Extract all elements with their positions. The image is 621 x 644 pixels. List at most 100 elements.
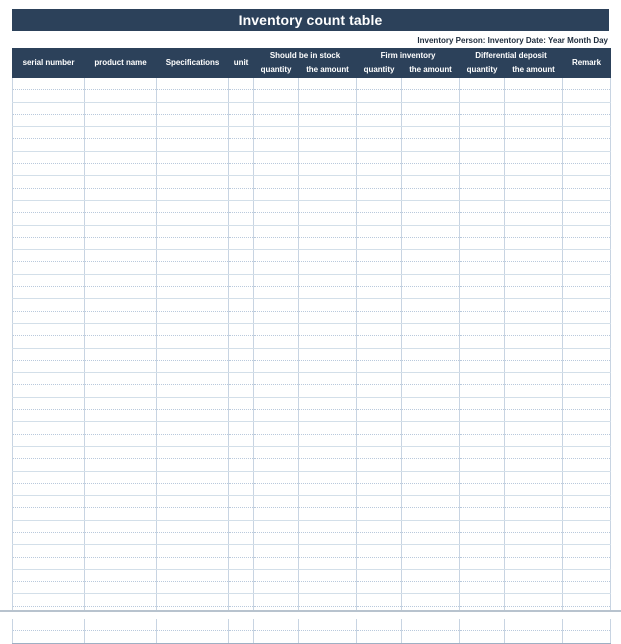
cell-diff_amount[interactable] [504,495,563,509]
cell-unit[interactable] [228,323,254,337]
cell-diff_amount[interactable] [504,335,563,349]
column-group-header-differential-deposit[interactable]: Differential deposit [459,48,563,63]
cell-product_name[interactable] [84,360,157,374]
cell-diff_quantity[interactable] [459,298,505,312]
cell-diff_quantity[interactable] [459,618,505,632]
cell-diff_quantity[interactable] [459,360,505,374]
cell-stock_amount[interactable] [298,274,357,288]
cell-specifications[interactable] [156,446,229,460]
cell-product_name[interactable] [84,335,157,349]
cell-stock_quantity[interactable] [253,114,299,128]
cell-firm_quantity[interactable] [356,569,402,583]
cell-stock_amount[interactable] [298,298,357,312]
cell-specifications[interactable] [156,274,229,288]
cell-firm_quantity[interactable] [356,495,402,509]
cell-specifications[interactable] [156,630,229,644]
cell-specifications[interactable] [156,126,229,140]
cell-firm_amount[interactable] [401,151,460,165]
cell-firm_quantity[interactable] [356,249,402,263]
cell-diff_amount[interactable] [504,102,563,115]
cell-stock_amount[interactable] [298,311,357,324]
cell-serial_number[interactable] [12,261,85,275]
cell-stock_quantity[interactable] [253,520,299,533]
cell-firm_amount[interactable] [401,458,460,472]
cell-diff_amount[interactable] [504,593,563,607]
cell-unit[interactable] [228,102,254,115]
cell-firm_quantity[interactable] [356,175,402,189]
cell-diff_amount[interactable] [504,200,563,214]
cell-diff_amount[interactable] [504,348,563,361]
cell-remark[interactable] [562,335,611,349]
cell-product_name[interactable] [84,384,157,398]
cell-firm_amount[interactable] [401,138,460,152]
cell-serial_number[interactable] [12,618,85,632]
table-row[interactable] [12,532,611,546]
table-row[interactable] [12,630,611,644]
cell-serial_number[interactable] [12,76,85,91]
cell-remark[interactable] [562,483,611,497]
cell-serial_number[interactable] [12,471,85,484]
column-header-differential-quantity[interactable]: quantity [459,62,505,78]
cell-remark[interactable] [562,102,611,115]
cell-unit[interactable] [228,593,254,607]
cell-product_name[interactable] [84,348,157,361]
cell-serial_number[interactable] [12,446,85,460]
cell-stock_amount[interactable] [298,483,357,497]
cell-unit[interactable] [228,581,254,595]
cell-unit[interactable] [228,495,254,509]
cell-product_name[interactable] [84,261,157,275]
cell-serial_number[interactable] [12,397,85,411]
cell-unit[interactable] [228,249,254,263]
cell-specifications[interactable] [156,348,229,361]
cell-firm_amount[interactable] [401,76,460,91]
cell-stock_amount[interactable] [298,188,357,201]
cell-remark[interactable] [562,298,611,312]
cell-product_name[interactable] [84,114,157,128]
cell-diff_amount[interactable] [504,618,563,632]
cell-remark[interactable] [562,397,611,411]
cell-remark[interactable] [562,569,611,583]
cell-diff_quantity[interactable] [459,348,505,361]
cell-unit[interactable] [228,188,254,201]
cell-unit[interactable] [228,89,254,103]
cell-stock_amount[interactable] [298,520,357,533]
cell-product_name[interactable] [84,434,157,447]
cell-product_name[interactable] [84,446,157,460]
cell-stock_quantity[interactable] [253,507,299,521]
cell-diff_quantity[interactable] [459,225,505,238]
cell-diff_amount[interactable] [504,76,563,91]
cell-serial_number[interactable] [12,114,85,128]
cell-remark[interactable] [562,237,611,251]
cell-diff_quantity[interactable] [459,151,505,165]
cell-diff_amount[interactable] [504,261,563,275]
table-row[interactable] [12,114,611,128]
cell-firm_quantity[interactable] [356,261,402,275]
cell-stock_quantity[interactable] [253,237,299,251]
cell-unit[interactable] [228,335,254,349]
table-row[interactable] [12,261,611,275]
cell-diff_quantity[interactable] [459,581,505,595]
cell-firm_amount[interactable] [401,114,460,128]
cell-firm_amount[interactable] [401,126,460,140]
cell-firm_amount[interactable] [401,163,460,177]
column-header-remark[interactable]: Remark [562,48,611,78]
cell-unit[interactable] [228,397,254,411]
cell-diff_amount[interactable] [504,249,563,263]
cell-stock_amount[interactable] [298,397,357,411]
table-row[interactable] [12,569,611,583]
cell-stock_amount[interactable] [298,286,357,300]
cell-firm_amount[interactable] [401,532,460,546]
cell-diff_quantity[interactable] [459,311,505,324]
cell-unit[interactable] [228,372,254,386]
cell-unit[interactable] [228,225,254,238]
cell-firm_amount[interactable] [401,446,460,460]
cell-specifications[interactable] [156,507,229,521]
cell-diff_amount[interactable] [504,212,563,226]
cell-stock_quantity[interactable] [253,409,299,423]
cell-remark[interactable] [562,372,611,386]
cell-specifications[interactable] [156,372,229,386]
cell-diff_amount[interactable] [504,323,563,337]
cell-diff_quantity[interactable] [459,335,505,349]
cell-stock_quantity[interactable] [253,421,299,435]
cell-stock_amount[interactable] [298,102,357,115]
